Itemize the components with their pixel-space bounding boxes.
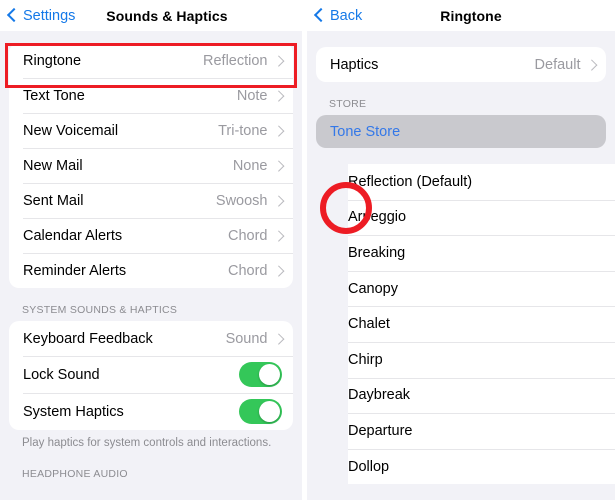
chevron-right-icon	[272, 230, 284, 241]
tone-store-label: Tone Store	[330, 123, 401, 140]
tone-label: Reflection (Default)	[348, 173, 473, 190]
tone-row-chalet[interactable]: Chalet	[348, 306, 615, 342]
haptics-card: Haptics Default	[316, 47, 606, 82]
tone-label: Canopy	[348, 280, 398, 297]
row-label: Lock Sound	[23, 366, 100, 383]
settings-row-system-haptics[interactable]: System Haptics	[9, 393, 293, 430]
settings-row-ringtone[interactable]: Ringtone Reflection	[9, 43, 293, 78]
tone-label: Breaking	[348, 244, 406, 261]
tone-label: Chalet	[348, 316, 390, 333]
chevron-right-icon	[272, 55, 284, 66]
tone-row-arpeggio[interactable]: Arpeggio	[348, 199, 615, 236]
row-value: Chord	[228, 227, 268, 244]
chevron-right-icon	[272, 125, 284, 136]
chevron-right-icon	[272, 333, 284, 344]
tone-row-dollop[interactable]: Dollop	[348, 448, 615, 485]
row-label: System Haptics	[23, 403, 124, 420]
tone-row-daybreak[interactable]: Daybreak	[348, 377, 615, 414]
row-value: Swoosh	[215, 192, 268, 209]
store-section-header: STORE	[329, 98, 367, 110]
tone-row-reflection-default[interactable]: Reflection (Default)	[348, 164, 615, 200]
back-button-label: Back	[330, 7, 363, 24]
settings-row-new-mail[interactable]: New Mail None	[9, 148, 293, 183]
settings-row-calendar-alerts[interactable]: Calendar Alerts Chord	[9, 218, 293, 253]
chevron-right-icon	[272, 160, 284, 171]
toggle-knob	[259, 364, 280, 385]
tone-label: Arpeggio	[348, 209, 407, 226]
chevron-left-icon	[313, 7, 329, 23]
back-button[interactable]: Back	[307, 8, 362, 24]
row-label: Reminder Alerts	[23, 262, 127, 279]
tone-list: Reflection (Default) Arpeggio Breaking C…	[348, 164, 615, 485]
chevron-right-icon	[272, 265, 284, 276]
tone-label: Chirp	[348, 351, 383, 368]
settings-row-sent-mail[interactable]: Sent Mail Swoosh	[9, 183, 293, 218]
left-navigation-bar: Settings Sounds & Haptics	[0, 0, 302, 31]
row-label: Ringtone	[23, 52, 82, 69]
row-label: New Mail	[23, 157, 83, 174]
system-sounds-card: Keyboard Feedback Sound Lock Sound Syste…	[9, 321, 293, 430]
screenshot-root: Settings Sounds & Haptics Ringtone Refle…	[0, 0, 615, 500]
back-button-label: Settings	[23, 7, 76, 24]
row-value: Reflection	[203, 52, 268, 69]
system-haptics-toggle[interactable]	[239, 399, 282, 424]
tone-row-canopy[interactable]: Canopy	[348, 270, 615, 307]
system-sounds-section-header: SYSTEM SOUNDS & HAPTICS	[22, 304, 178, 316]
system-sounds-section-footer: Play haptics for system controls and int…	[22, 437, 272, 449]
row-value: Default	[534, 56, 581, 73]
tone-label: Dollop	[348, 458, 390, 475]
row-value: Sound	[225, 330, 268, 347]
row-value: None	[232, 157, 268, 174]
row-label: Text Tone	[23, 87, 85, 104]
lock-sound-toggle[interactable]	[239, 362, 282, 387]
tone-row-chirp[interactable]: Chirp	[348, 341, 615, 378]
chevron-right-icon	[585, 59, 597, 70]
settings-row-reminder-alerts[interactable]: Reminder Alerts Chord	[9, 253, 293, 288]
ringtone-panel: Back Ringtone Haptics Default STORE Tone…	[307, 0, 615, 500]
settings-row-haptics[interactable]: Haptics Default	[316, 47, 606, 82]
row-value: Tri-tone	[218, 122, 268, 139]
row-label: Keyboard Feedback	[23, 330, 153, 347]
chevron-right-icon	[272, 90, 284, 101]
settings-row-text-tone[interactable]: Text Tone Note	[9, 78, 293, 113]
settings-row-keyboard-feedback[interactable]: Keyboard Feedback Sound	[9, 321, 293, 356]
row-value: Note	[236, 87, 268, 104]
tone-label: Daybreak	[348, 387, 411, 404]
tone-label: Departure	[348, 422, 413, 439]
row-value: Chord	[228, 262, 268, 279]
settings-row-lock-sound[interactable]: Lock Sound	[9, 356, 293, 393]
tone-store-row[interactable]: Tone Store	[316, 115, 606, 148]
row-label: Sent Mail	[23, 192, 84, 209]
sound-patterns-card: Ringtone Reflection Text Tone Note New V…	[9, 43, 293, 288]
tone-row-breaking[interactable]: Breaking	[348, 235, 615, 271]
tone-row-departure[interactable]: Departure	[348, 413, 615, 449]
row-label: Haptics	[330, 56, 379, 73]
back-to-settings-button[interactable]: Settings	[0, 8, 75, 24]
headphone-audio-section-header: HEADPHONE AUDIO	[22, 467, 128, 480]
right-navigation-bar: Back Ringtone	[307, 0, 615, 31]
chevron-right-icon	[272, 195, 284, 206]
row-label: New Voicemail	[23, 122, 119, 139]
sounds-haptics-panel: Settings Sounds & Haptics Ringtone Refle…	[0, 0, 302, 500]
row-label: Calendar Alerts	[23, 227, 123, 244]
toggle-knob	[259, 401, 280, 422]
chevron-left-icon	[6, 7, 22, 23]
settings-row-new-voicemail[interactable]: New Voicemail Tri-tone	[9, 113, 293, 148]
